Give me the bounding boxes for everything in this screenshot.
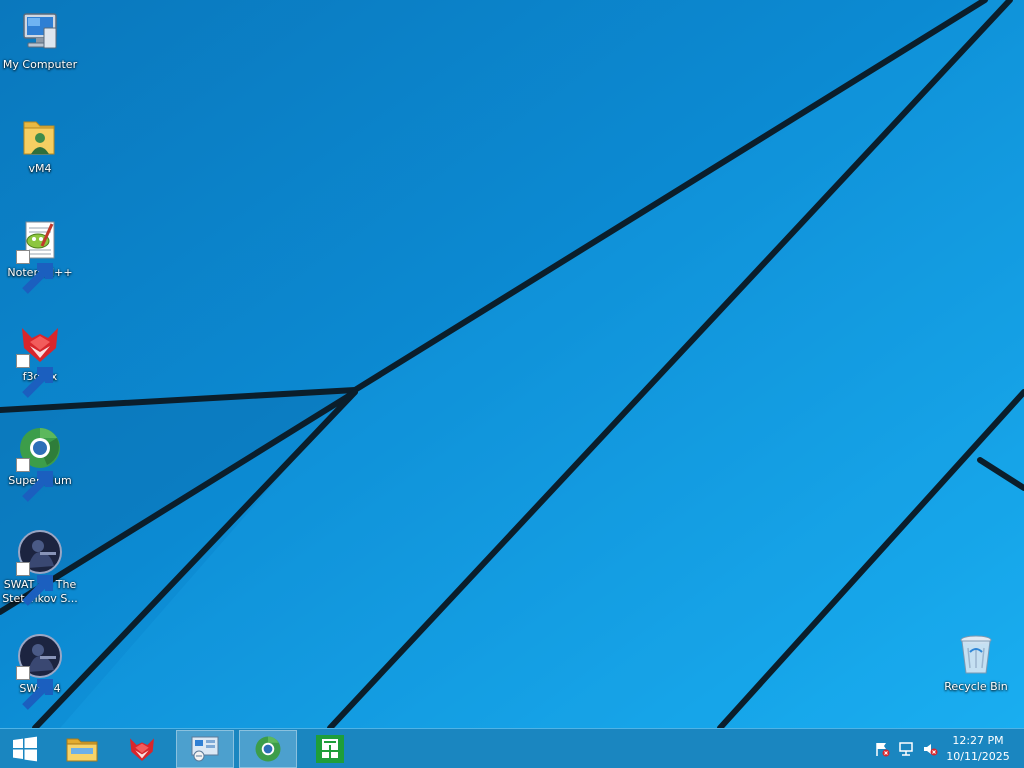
taskbar-f3dfox[interactable] (114, 730, 170, 768)
taskbar-control-panel[interactable] (176, 730, 234, 768)
network-icon[interactable] (898, 741, 914, 757)
volume-muted-icon[interactable] (922, 741, 938, 757)
desktop-icon-my-computer[interactable]: My Computer (0, 8, 80, 72)
clock-date: 10/11/2025 (946, 750, 1010, 763)
windows-logo-icon (13, 736, 37, 762)
desktop-icon-label: My Computer (2, 58, 78, 71)
desktop-icon-label: Recycle Bin (944, 680, 1008, 693)
shortcut-arrow-icon (16, 354, 53, 398)
shortcut-arrow-icon (16, 562, 53, 606)
shortcut-arrow-icon (16, 458, 53, 502)
taskbar-supermium[interactable] (239, 730, 297, 768)
folder-user-icon (23, 121, 55, 155)
clock-time: 12:27 PM (952, 734, 1004, 747)
desktop-icon-swat4-stetchkov[interactable]: SWAT 4 - The Stetchkov S... (0, 528, 80, 606)
taskbar-store[interactable] (302, 730, 358, 768)
desktop-icon-supermium[interactable]: Supermium (0, 424, 80, 502)
start-button[interactable] (0, 730, 50, 768)
control-panel-icon (191, 736, 219, 762)
desktop-icon-vm4[interactable]: vM4 (0, 112, 80, 176)
recycle-bin-icon (960, 635, 992, 674)
file-explorer-icon (66, 738, 98, 762)
shortcut-arrow-icon (16, 666, 53, 710)
taskbar-file-explorer[interactable] (54, 730, 110, 768)
desktop-icon-label: vM4 (28, 162, 52, 175)
computer-icon (23, 13, 57, 49)
wallpaper (0, 0, 1024, 728)
taskbar[interactable]: 12:27 PM 10/11/2025 (0, 728, 1024, 768)
action-center-flag-icon[interactable] (874, 741, 890, 757)
desktop[interactable]: My Computer vM4 Notepad++ f3dfox Supermi… (0, 0, 1024, 728)
desktop-icon-notepadpp[interactable]: Notepad++ (0, 216, 80, 294)
desktop-icon-f3dfox[interactable]: f3dfox (0, 320, 80, 398)
store-icon (316, 735, 344, 763)
desktop-icon-swat4[interactable]: SWAT 4 (0, 632, 80, 710)
fox-icon (130, 738, 154, 761)
supermium-icon (255, 736, 281, 762)
shortcut-arrow-icon (16, 250, 53, 294)
desktop-icon-recycle-bin[interactable]: Recycle Bin (936, 630, 1016, 694)
taskbar-clock[interactable]: 12:27 PM 10/11/2025 (946, 733, 1010, 765)
